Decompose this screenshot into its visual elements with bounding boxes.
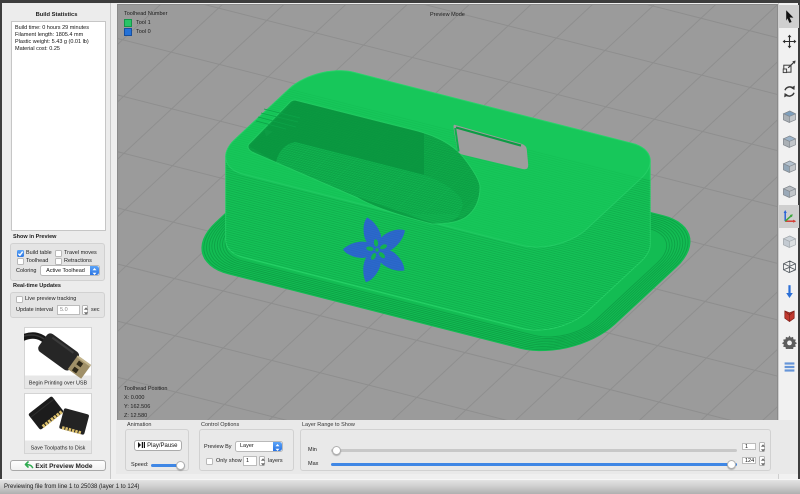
svg-text:Save Toolpaths to Disk: Save Toolpaths to Disk [31, 446, 86, 452]
svg-text:Begin Printing over USB: Begin Printing over USB [29, 381, 88, 387]
